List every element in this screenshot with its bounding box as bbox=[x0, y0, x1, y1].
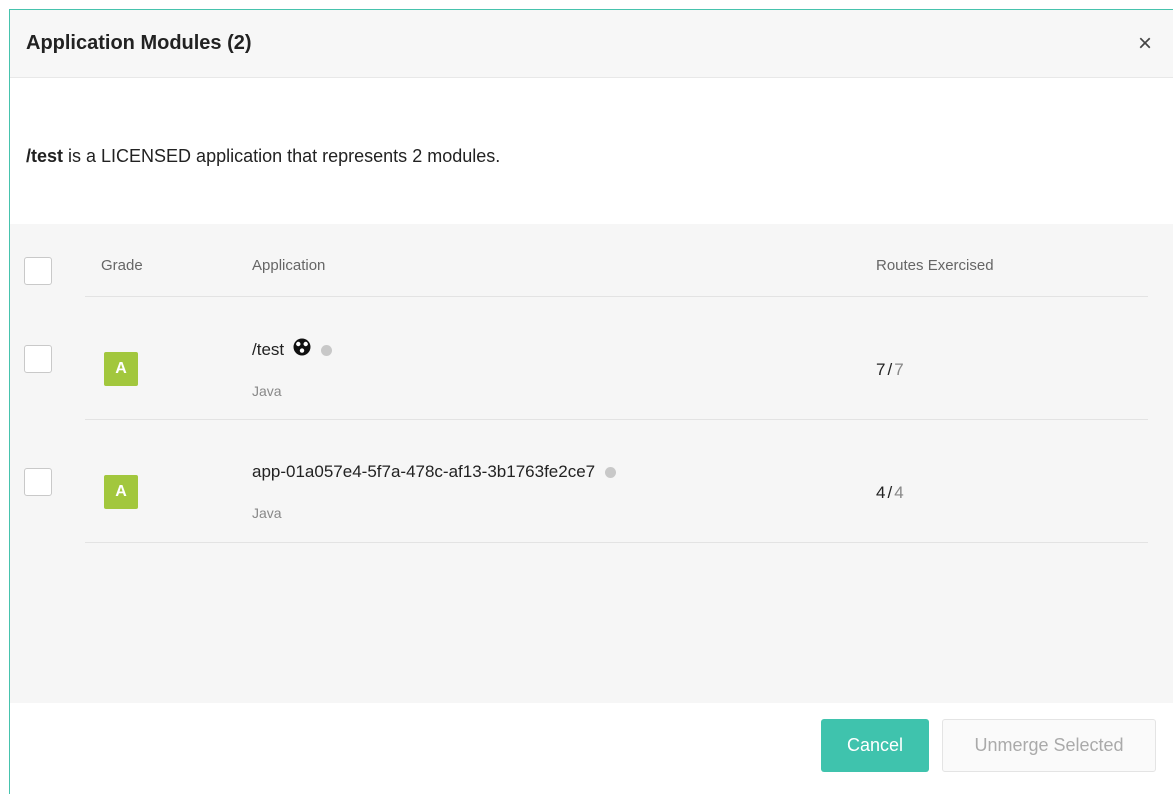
application-name-text: /test bbox=[252, 340, 285, 359]
table-row: A /test Java 7/7 bbox=[10, 297, 1173, 419]
modules-table: Grade Application Routes Exercised A /te… bbox=[10, 224, 1173, 703]
select-all-checkbox[interactable] bbox=[24, 257, 52, 285]
intro-text: /test is a LICENSED application that rep… bbox=[10, 78, 1173, 224]
library-icon bbox=[293, 338, 311, 356]
application-name-text: app-01a057e4-5f7a-478c-af13-3b1763fe2ce7 bbox=[252, 462, 596, 481]
row-checkbox[interactable] bbox=[24, 345, 52, 373]
application-name[interactable]: app-01a057e4-5f7a-478c-af13-3b1763fe2ce7 bbox=[252, 462, 617, 482]
routes-separator: / bbox=[887, 483, 893, 502]
row-divider bbox=[85, 542, 1148, 543]
column-header-application: Application bbox=[252, 257, 326, 274]
routes-exercised-count: 4 bbox=[876, 483, 886, 502]
intro-description: is a LICENSED application that represent… bbox=[63, 146, 501, 166]
intro-app-name: /test bbox=[26, 146, 64, 166]
table-row: A app-01a057e4-5f7a-478c-af13-3b1763fe2c… bbox=[10, 420, 1173, 542]
routes-total-count: 4 bbox=[894, 483, 904, 502]
close-icon[interactable]: × bbox=[1129, 28, 1161, 60]
grade-badge: A bbox=[104, 352, 138, 386]
modal-header: Application Modules (2) × bbox=[10, 10, 1173, 78]
routes-exercised-count: 7 bbox=[876, 360, 886, 379]
grade-badge: A bbox=[104, 475, 138, 509]
unmerge-selected-button[interactable]: Unmerge Selected bbox=[942, 719, 1156, 772]
status-dot-icon bbox=[605, 466, 617, 478]
routes-separator: / bbox=[887, 360, 893, 379]
column-header-grade: Grade bbox=[101, 257, 143, 274]
application-language: Java bbox=[252, 383, 282, 399]
routes-exercised: 7/7 bbox=[876, 360, 904, 380]
routes-exercised: 4/4 bbox=[876, 483, 904, 503]
table-header: Grade Application Routes Exercised bbox=[10, 224, 1173, 296]
cancel-button[interactable]: Cancel bbox=[821, 719, 929, 772]
modal-title: Application Modules (2) bbox=[26, 32, 252, 54]
routes-total-count: 7 bbox=[894, 360, 904, 379]
status-dot-icon bbox=[321, 344, 333, 356]
application-modules-modal: Application Modules (2) × /test is a LIC… bbox=[9, 9, 1173, 794]
application-language: Java bbox=[252, 505, 282, 521]
application-name[interactable]: /test bbox=[252, 338, 333, 360]
column-header-routes: Routes Exercised bbox=[876, 257, 994, 274]
modal-footer: Cancel Unmerge Selected bbox=[10, 703, 1173, 794]
row-checkbox[interactable] bbox=[24, 468, 52, 496]
